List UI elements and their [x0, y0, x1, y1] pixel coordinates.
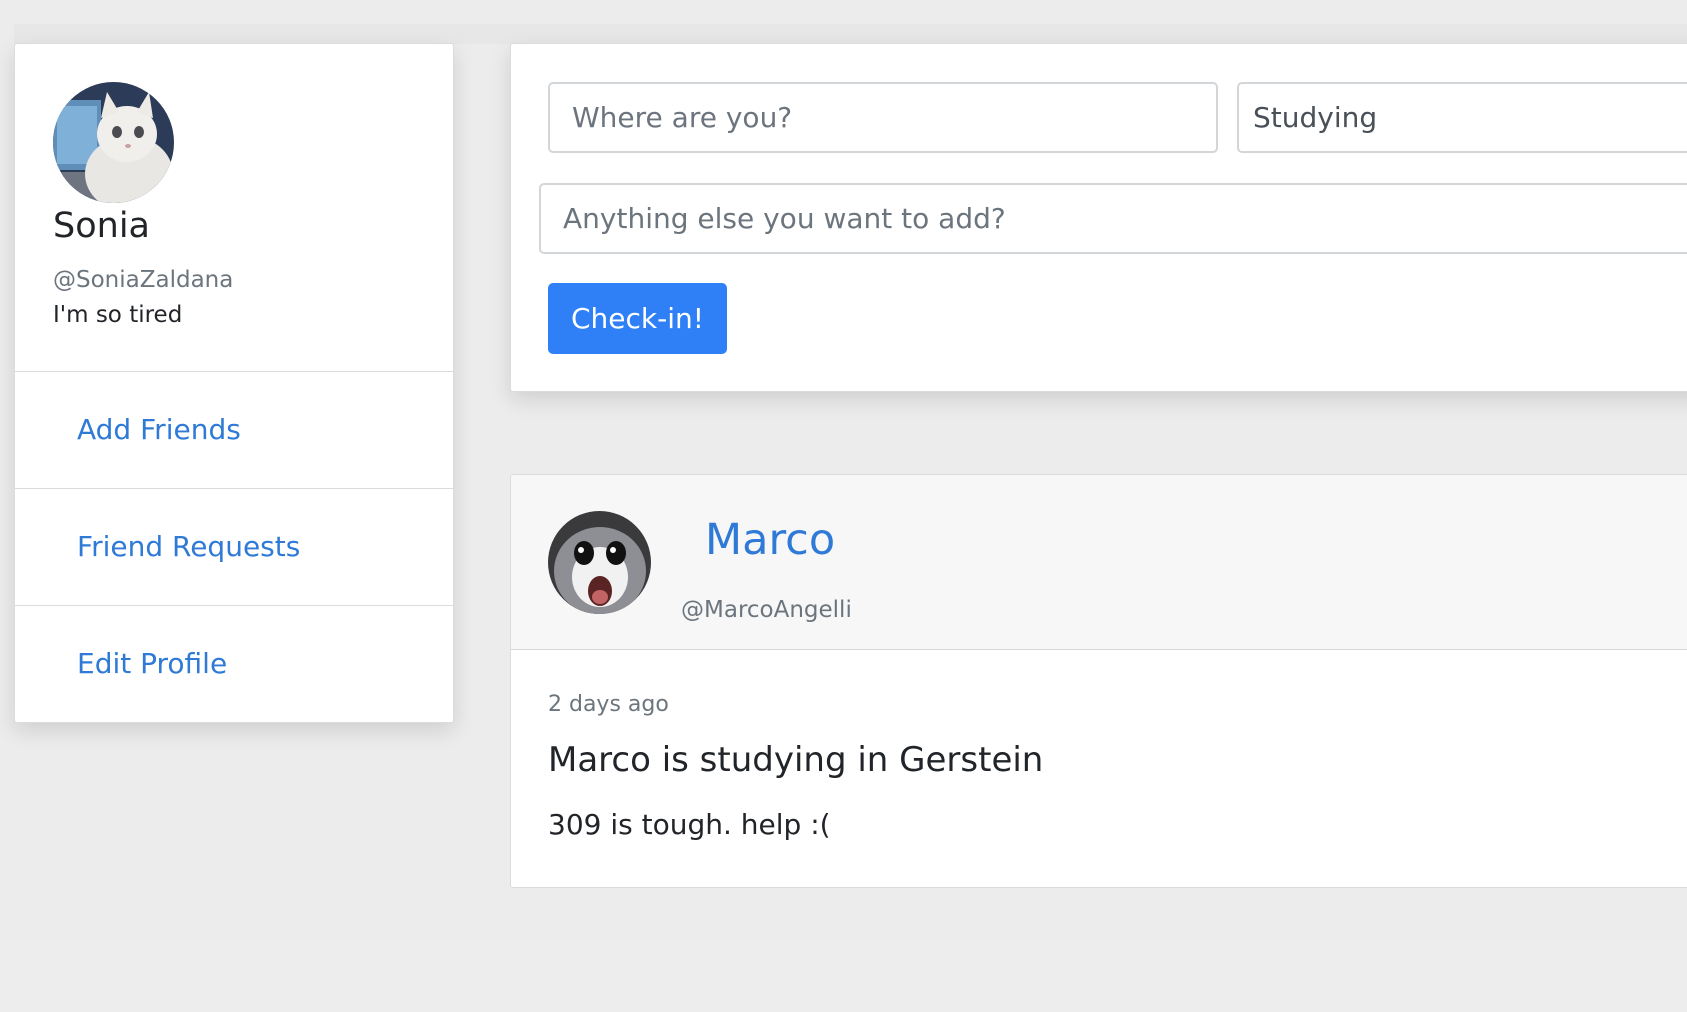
post-header: Marco @MarcoAngelli — [511, 475, 1687, 650]
post-author-handle: @MarcoAngelli — [681, 597, 852, 623]
cat-avatar-image — [548, 511, 651, 614]
cat-avatar-image — [53, 82, 174, 203]
profile-header: Sonia @SoniaZaldana I'm so tired — [15, 44, 453, 372]
details-input[interactable] — [539, 183, 1687, 254]
nav-item-label[interactable]: Add Friends — [77, 412, 241, 448]
checkin-button[interactable]: Check-in! — [548, 283, 727, 354]
post-author-name[interactable]: Marco — [705, 515, 835, 565]
profile-card: Sonia @SoniaZaldana I'm so tired Add Fri… — [14, 43, 454, 723]
post-text: 309 is tough. help :( — [548, 808, 831, 841]
nav-item-add-friends[interactable]: Add Friends — [15, 372, 453, 489]
profile-handle: @SoniaZaldana — [53, 267, 234, 293]
post-body: 2 days ago Marco is studying in Gerstein… — [511, 650, 1687, 887]
nav-item-edit-profile[interactable]: Edit Profile — [15, 606, 453, 722]
profile-status: I'm so tired — [53, 302, 183, 328]
post-author-avatar[interactable] — [548, 511, 651, 614]
post-title: Marco is studying in Gerstein — [548, 740, 1044, 780]
activity-select[interactable]: Studying — [1237, 82, 1687, 153]
page-bottom-background — [0, 942, 1687, 1012]
profile-name: Sonia — [53, 206, 150, 246]
user-avatar — [53, 82, 174, 203]
page-top-band — [14, 24, 1687, 44]
post-timestamp: 2 days ago — [548, 692, 669, 717]
location-input[interactable] — [548, 82, 1218, 153]
nav-item-friend-requests[interactable]: Friend Requests — [15, 489, 453, 606]
page-top-background — [0, 0, 1687, 24]
nav-item-label[interactable]: Friend Requests — [77, 529, 300, 565]
feed-post-card: Marco @MarcoAngelli 2 days ago Marco is … — [510, 474, 1687, 888]
nav-item-label[interactable]: Edit Profile — [77, 646, 227, 682]
checkin-form-card: Studying Check-in! — [510, 43, 1687, 392]
